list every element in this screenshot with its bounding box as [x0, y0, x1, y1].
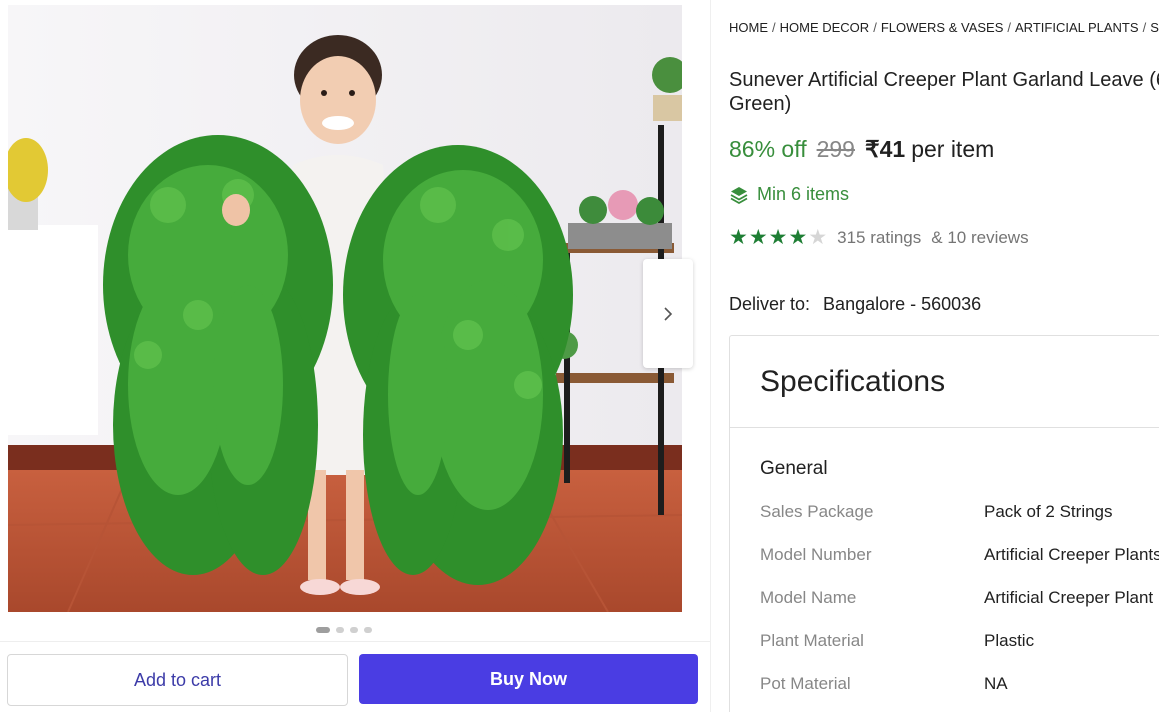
star-icon: ★: [788, 226, 808, 249]
product-gallery-panel: Add to cart Buy Now: [0, 0, 711, 712]
spec-key: Pot Material: [760, 674, 851, 693]
product-photo: [8, 5, 682, 612]
buy-now-button[interactable]: Buy Now: [359, 654, 698, 704]
gallery-pagination: [316, 627, 372, 633]
spec-group-title: General: [760, 458, 828, 479]
spec-key: Model Name: [760, 588, 857, 607]
breadcrumb-separator: /: [1007, 20, 1012, 35]
spec-value: Artificial Creeper Plant: [984, 588, 1154, 607]
add-to-cart-button[interactable]: Add to cart: [7, 654, 348, 706]
delivery-location[interactable]: Deliver to: Bangalore - 560036: [729, 294, 981, 315]
price-unit: per item: [911, 136, 995, 162]
next-image-button[interactable]: [643, 259, 693, 368]
pagination-dot[interactable]: [350, 627, 358, 633]
min-items-badge: Min 6 items: [729, 184, 849, 205]
breadcrumb-item-home[interactable]: HOME: [729, 20, 768, 35]
breadcrumb-item-artificial-plants[interactable]: ARTIFICIAL PLANTS: [1015, 20, 1139, 35]
star-icon: ★: [768, 226, 788, 249]
product-title: Sunever Artificial Creeper Plant Garland…: [729, 69, 1159, 115]
star-icon: ★: [729, 226, 748, 249]
spec-key: Sales Package: [760, 502, 874, 521]
pagination-dot[interactable]: [336, 627, 344, 633]
breadcrumb: HOME / HOME DECOR / FLOWERS & VASES / ARTIFICI…: [729, 20, 1159, 35]
chevron-right-icon: [664, 306, 673, 321]
rating-summary[interactable]: ★ ★ ★ ★ ★ 315 ratings & 10 reviews: [729, 227, 1029, 248]
ratings-count: 315 ratings: [837, 227, 922, 247]
breadcrumb-item-sunever[interactable]: SUNE: [1150, 20, 1159, 35]
purchase-actions: Add to cart Buy Now: [0, 641, 710, 713]
price-row: 86% off 299 ₹41 per item: [729, 136, 994, 163]
original-price: 299: [816, 136, 855, 162]
product-details-panel: HOME / HOME DECOR / FLOWERS & VASES / ARTIFICI…: [729, 0, 1159, 712]
spec-key: Model Number: [760, 545, 872, 564]
selling-price: ₹41: [864, 136, 906, 162]
deliver-to-label: Deliver to:: [729, 294, 811, 314]
reviews-count: & 10 reviews: [931, 227, 1029, 247]
specifications-heading: Specifications: [730, 336, 1159, 428]
spec-value: Plastic: [984, 631, 1035, 650]
star-icon: ★: [748, 226, 768, 249]
star-rating: ★ ★ ★ ★ ★: [729, 227, 827, 248]
delivery-pincode: Bangalore - 560036: [823, 294, 982, 314]
pagination-dot-active[interactable]: [316, 627, 330, 633]
spec-value: Artificial Creeper Plants: [984, 545, 1159, 564]
spec-key: Plant Material: [760, 631, 864, 650]
layers-icon: [730, 186, 748, 204]
pagination-dot[interactable]: [364, 627, 372, 633]
breadcrumb-item-flowers-vases[interactable]: FLOWERS & VASES: [881, 20, 1004, 35]
breadcrumb-item-home-decor[interactable]: HOME DECOR: [780, 20, 870, 35]
star-empty-icon: ★: [808, 226, 828, 249]
discount-label: 86% off: [729, 136, 807, 162]
breadcrumb-separator: /: [1142, 20, 1147, 35]
spec-value: Pack of 2 Strings: [984, 502, 1113, 521]
breadcrumb-separator: /: [772, 20, 776, 35]
min-items-label: Min 6 items: [757, 184, 850, 204]
specifications-card: Specifications General Sales Package Pac…: [729, 335, 1159, 712]
breadcrumb-separator: /: [873, 20, 877, 35]
product-image[interactable]: [8, 5, 682, 612]
spec-value: NA: [984, 674, 1008, 693]
